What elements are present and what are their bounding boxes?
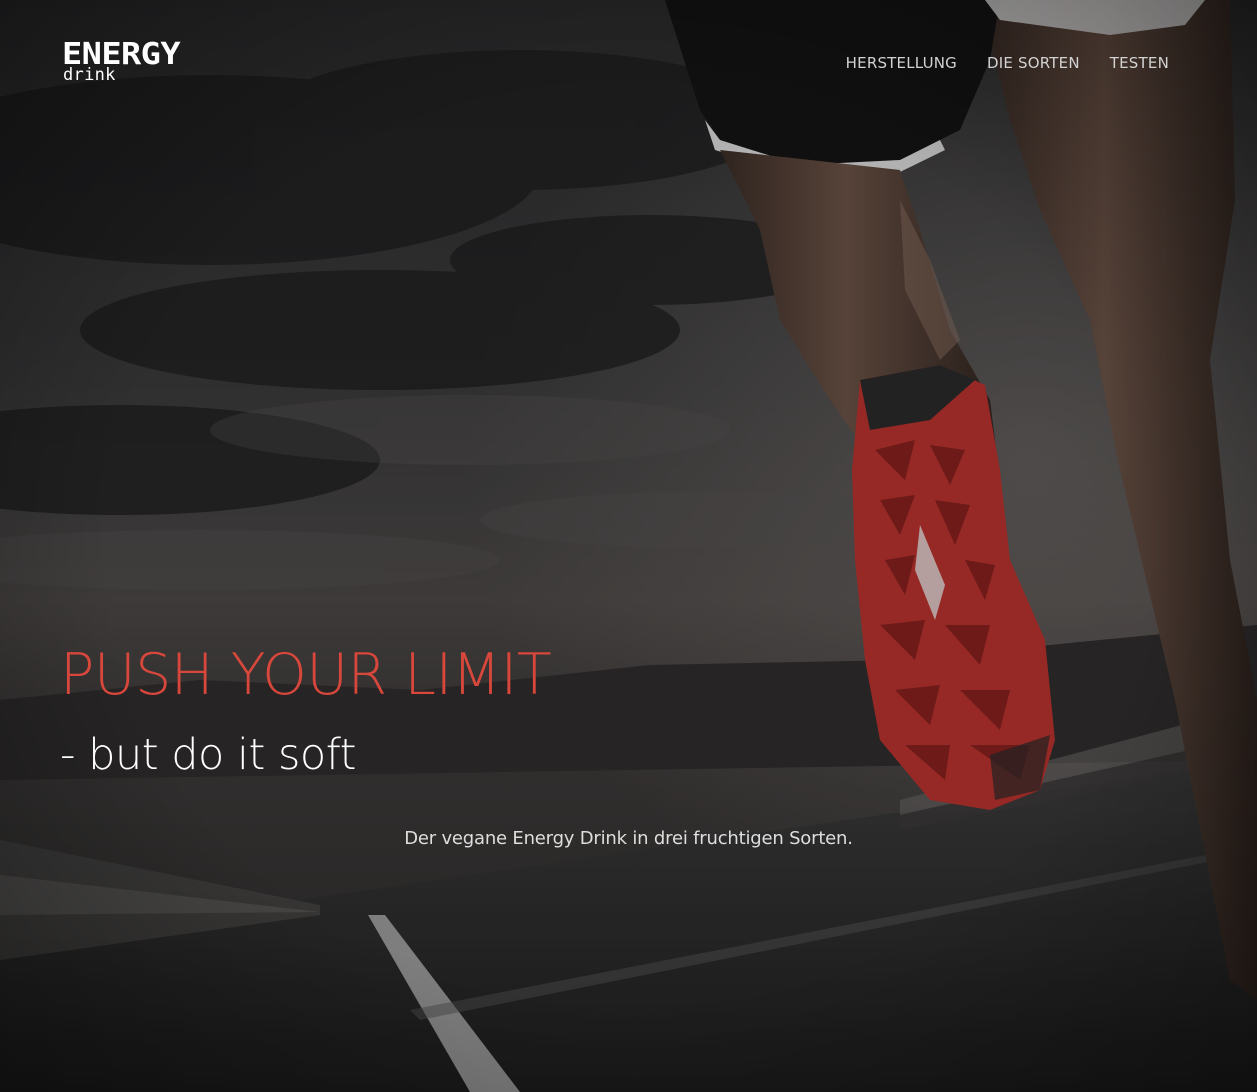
brand-logo[interactable]: ENERGY drink	[62, 40, 188, 88]
hero-section: ENERGY drink HERSTELLUNG DIE SORTEN TEST…	[0, 0, 1257, 1092]
hero-tagline: Der vegane Energy Drink in drei fruchtig…	[404, 828, 853, 849]
brand-logo-line2: drink	[63, 65, 116, 85]
main-navigation: HERSTELLUNG DIE SORTEN TESTEN	[846, 53, 1169, 73]
nav-item-testen[interactable]: TESTEN	[1110, 53, 1169, 73]
hero-headline: PUSH YOUR LIMIT	[60, 642, 552, 708]
hero-subheadline: - but do it soft	[60, 730, 356, 780]
runner-background-image	[0, 0, 1257, 1092]
nav-item-die-sorten[interactable]: DIE SORTEN	[987, 53, 1080, 73]
nav-item-herstellung[interactable]: HERSTELLUNG	[846, 53, 957, 73]
